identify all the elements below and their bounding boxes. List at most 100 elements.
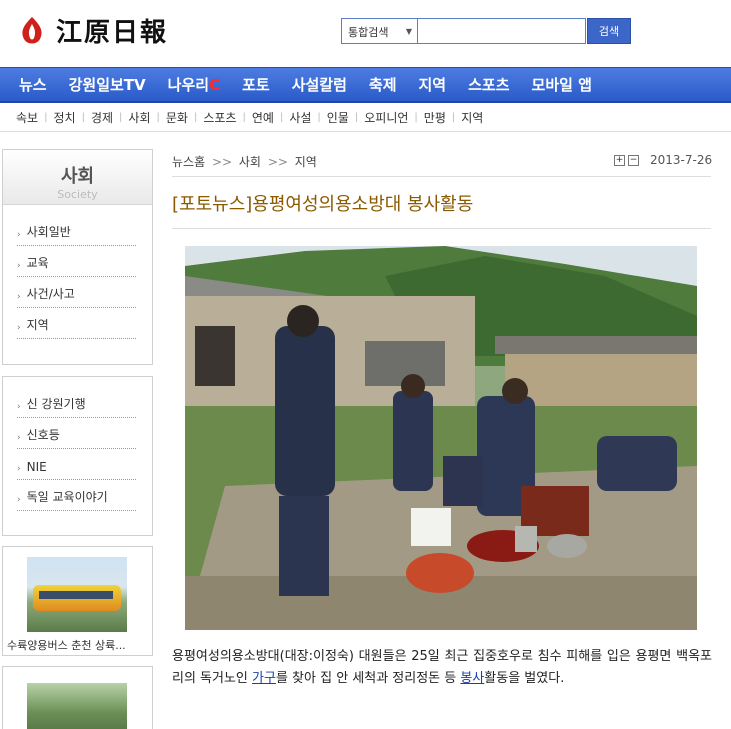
photo-caption-link[interactable]: 수륙양용버스 춘천 상륙... bbox=[7, 637, 126, 653]
sidebar-photo-box-2 bbox=[2, 666, 153, 729]
main-nav-label: 스포츠 bbox=[468, 76, 510, 94]
bullet-icon: › bbox=[17, 464, 21, 474]
sub-nav-separator: | bbox=[44, 112, 48, 123]
sub-nav-separator: | bbox=[81, 112, 85, 123]
sub-nav-item[interactable]: 정치 bbox=[53, 109, 75, 126]
sidebar-item[interactable]: › 교육 bbox=[17, 246, 136, 277]
group-photo-thumbnail[interactable] bbox=[27, 683, 127, 729]
main-nav-label: 모바일 앱 bbox=[531, 76, 592, 94]
sidebar-section-header: 사회 Society bbox=[3, 150, 152, 205]
sub-nav-separator: | bbox=[242, 112, 246, 123]
sidebar-item-label: NIE bbox=[26, 460, 47, 474]
sidebar-item[interactable]: › 사회일반 bbox=[17, 215, 136, 246]
logo-text: 江原日報 bbox=[56, 18, 169, 48]
sidebar-photo-box: 수륙양용버스 춘천 상륙... bbox=[2, 546, 153, 656]
sidebar-extra-list: › 신 강원기행 › 신호등 › NIE › 독일 교육이야기 bbox=[3, 377, 152, 511]
sub-nav-item[interactable]: 인물 bbox=[327, 109, 349, 126]
logo-flame-icon bbox=[22, 16, 42, 43]
bullet-icon: › bbox=[17, 323, 21, 333]
sub-nav-item[interactable]: 사설 bbox=[289, 109, 311, 126]
sidebar-item[interactable]: › 독일 교육이야기 bbox=[17, 480, 136, 511]
divider bbox=[172, 228, 711, 229]
sidebar-extra-box: › 신 강원기행 › 신호등 › NIE › 독일 교육이야기 bbox=[2, 376, 153, 536]
main-nav-suffix: C bbox=[209, 76, 221, 94]
bullet-icon: › bbox=[17, 292, 21, 302]
sidebar-item[interactable]: › 신 강원기행 bbox=[17, 387, 136, 418]
article-date: 2013-7-26 bbox=[650, 153, 713, 167]
sub-nav-item[interactable]: 지역 bbox=[461, 109, 483, 126]
main-nav-item[interactable]: 뉴스 bbox=[8, 74, 58, 95]
main-nav-label: 지역 bbox=[418, 76, 447, 94]
chevron-down-icon: ▼ bbox=[405, 27, 412, 36]
breadcrumb-subsection[interactable]: 지역 bbox=[295, 155, 317, 169]
sub-nav-separator: | bbox=[193, 112, 198, 123]
sub-nav-item[interactable]: 만평 bbox=[424, 109, 446, 126]
sidebar-section-subtitle: Society bbox=[57, 188, 98, 201]
sub-nav-item[interactable]: 스포츠 bbox=[203, 109, 236, 126]
sidebar-item[interactable]: › 지역 bbox=[17, 308, 136, 339]
article-body: 용평여성의용소방대(대장:이정숙) 대원들은 25일 최근 집중호우로 침수 피… bbox=[172, 646, 712, 690]
site-logo[interactable]: 江原日報 bbox=[18, 12, 168, 49]
sub-nav-separator: | bbox=[414, 112, 418, 123]
main-nav-item[interactable]: 축제 bbox=[358, 74, 408, 95]
divider bbox=[172, 176, 711, 177]
sub-nav-separator: | bbox=[156, 112, 160, 123]
main-nav-label: 축제 bbox=[368, 76, 397, 94]
search-bar: 통합검색 ▼ 검색 bbox=[341, 18, 631, 44]
main-nav-label: 포토 bbox=[242, 76, 270, 94]
main-nav-item[interactable]: 나우리C bbox=[157, 74, 231, 95]
sub-nav-separator: | bbox=[119, 112, 123, 123]
sidebar-item[interactable]: › 신호등 bbox=[17, 418, 136, 449]
main-nav-item[interactable]: 사설칼럼 bbox=[281, 74, 358, 95]
font-decrease-icon[interactable]: − bbox=[628, 154, 639, 166]
sidebar-section-list: › 사회일반 › 교육 › 사건/사고 › 지역 bbox=[3, 205, 152, 339]
sidebar-item-label: 독일 교육이야기 bbox=[26, 490, 108, 504]
article-photo bbox=[185, 246, 697, 630]
keyword-link-bongsa[interactable]: 봉사 bbox=[460, 671, 484, 686]
sub-nav-item[interactable]: 연예 bbox=[252, 109, 274, 126]
sub-nav: 속보 | 정치 | 경제 | 사회 | 문화 | 스포츠 | 연예 | 사설 | 인물 | 오피니언 | 만평 | 지역 bbox=[0, 104, 731, 132]
main-nav-label: 사설칼럼 bbox=[291, 76, 347, 94]
sidebar-item-label: 지역 bbox=[26, 318, 49, 332]
search-input[interactable] bbox=[418, 18, 586, 44]
bullet-icon: › bbox=[17, 230, 21, 240]
search-scope-select[interactable]: 통합검색 ▼ bbox=[341, 18, 418, 44]
sidebar-item-label: 사회일반 bbox=[26, 225, 71, 239]
keyword-link-gagu[interactable]: 가구 bbox=[252, 671, 276, 686]
sub-nav-separator: | bbox=[279, 112, 284, 123]
sidebar-section-box: 사회 Society › 사회일반 › 교육 › 사건/사고 › 지역 bbox=[2, 149, 153, 365]
amphibious-bus-thumbnail[interactable] bbox=[27, 557, 127, 632]
breadcrumb-separator: >> bbox=[267, 155, 288, 169]
main-nav-item[interactable]: 지역 bbox=[408, 74, 458, 95]
main-nav-label: 뉴스 bbox=[19, 76, 47, 94]
article-body-text: 를 찾아 집 안 세척과 정리정돈 등 bbox=[275, 671, 461, 686]
sub-nav-item[interactable]: 속보 bbox=[16, 109, 38, 126]
search-scope-label: 통합검색 bbox=[348, 26, 389, 39]
sub-nav-item[interactable]: 문화 bbox=[166, 109, 188, 126]
sub-nav-item[interactable]: 사회 bbox=[128, 109, 150, 126]
main-nav-item[interactable]: 포토 bbox=[231, 74, 281, 95]
sub-nav-separator: | bbox=[317, 112, 321, 123]
breadcrumb-separator: >> bbox=[211, 155, 233, 169]
sidebar-item-label: 신 강원기행 bbox=[26, 397, 86, 411]
sidebar-item[interactable]: › NIE bbox=[17, 449, 136, 480]
breadcrumb: 뉴스홈 >> 사회 >> 지역 bbox=[172, 153, 317, 170]
bullet-icon: › bbox=[17, 402, 21, 412]
font-increase-icon[interactable]: + bbox=[614, 154, 625, 166]
sub-nav-separator: | bbox=[451, 112, 456, 123]
main-nav-item[interactable]: 모바일 앱 bbox=[521, 74, 603, 95]
main-nav-item[interactable]: 스포츠 bbox=[457, 74, 520, 95]
main-nav-item[interactable]: 강원일보TV bbox=[58, 74, 157, 95]
bullet-icon: › bbox=[17, 495, 21, 505]
sub-nav-item[interactable]: 경제 bbox=[91, 109, 113, 126]
sidebar-item-label: 사건/사고 bbox=[26, 287, 75, 301]
article-tools: + − 2013-7-26 bbox=[614, 153, 712, 167]
sidebar-item[interactable]: › 사건/사고 bbox=[17, 277, 136, 308]
bullet-icon: › bbox=[17, 261, 21, 271]
breadcrumb-section[interactable]: 사회 bbox=[239, 155, 261, 169]
breadcrumb-home[interactable]: 뉴스홈 bbox=[172, 155, 205, 169]
search-button[interactable]: 검색 bbox=[587, 18, 631, 44]
sub-nav-item[interactable]: 오피니언 bbox=[364, 109, 408, 126]
sub-nav-separator: | bbox=[354, 112, 359, 123]
article-body-text: 활동을 벌였다. bbox=[484, 671, 565, 686]
